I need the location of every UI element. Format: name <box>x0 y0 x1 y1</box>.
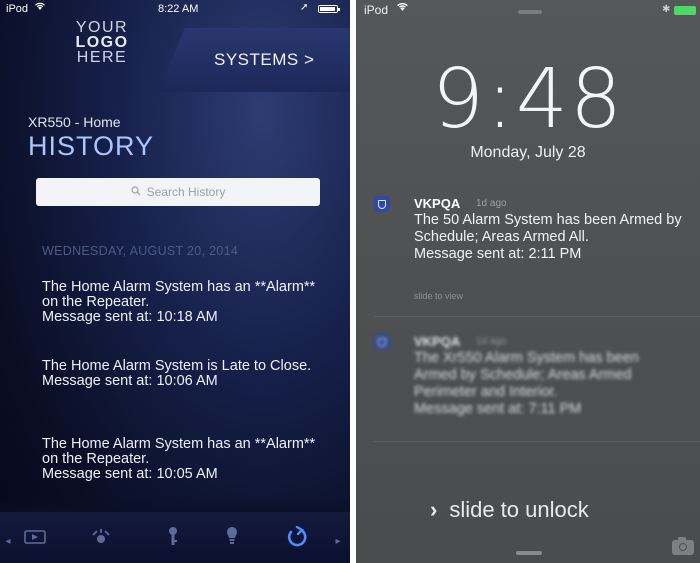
lock-screen: iPod ✱ 9:48 Monday, July 28 VKPQA 1d ago… <box>356 0 700 563</box>
notification-item[interactable]: VKPQA 1d ago The Xr550 Alarm System has … <box>374 334 700 434</box>
search-history-input[interactable]: Search History <box>36 178 320 206</box>
systems-button[interactable]: SYSTEMS > <box>214 50 314 70</box>
notification-hint: slide to view <box>414 291 464 301</box>
notification-time: 1d ago <box>476 198 507 209</box>
notification-app-name: VKPQA <box>414 334 461 349</box>
carrier-label: iPod <box>364 3 389 17</box>
notification-grabber-handle[interactable] <box>518 10 542 14</box>
history-screen: iPod 8:22 AM ➚ YOUR LOGO HERE SYSTEMS > … <box>0 0 350 563</box>
status-bar: iPod ✱ <box>356 0 700 20</box>
lock-date: Monday, July 28 <box>470 144 586 161</box>
history-entry[interactable]: The Home Alarm System has an **Alarm** o… <box>42 280 334 325</box>
lights-icon[interactable] <box>217 524 247 550</box>
slide-to-unlock[interactable]: › slide to unlock <box>430 497 589 523</box>
control-center-grabber[interactable] <box>516 551 542 555</box>
logo-line-2: LOGO <box>75 34 129 51</box>
battery-icon <box>674 6 696 15</box>
carrier-label: iPod <box>6 3 29 15</box>
history-icon[interactable] <box>282 524 312 550</box>
logo-line-3: HERE <box>76 49 128 66</box>
logo-line-1: YOUR <box>75 19 129 36</box>
page-title: HISTORY <box>28 131 155 161</box>
search-placeholder: Search History <box>146 185 226 199</box>
divider <box>374 441 700 442</box>
history-entry[interactable]: The Home Alarm System is Late to Close. M… <box>42 359 334 389</box>
panel-name: XR550 - Home <box>28 114 121 130</box>
notification-body: The 50 Alarm System has been Armed by Sc… <box>414 212 682 262</box>
logo: YOUR LOGO HERE <box>62 19 142 66</box>
battery-icon <box>318 5 340 13</box>
video-icon[interactable] <box>20 524 50 550</box>
slide-to-unlock-label: slide to unlock <box>449 497 589 522</box>
divider <box>374 316 700 317</box>
wifi-icon <box>396 1 409 15</box>
status-time: 8:22 AM <box>158 3 199 15</box>
notification-body: The Xr550 Alarm System has been Armed by… <box>414 350 639 417</box>
notification-app-name: VKPQA <box>414 196 461 211</box>
sensors-icon[interactable] <box>86 524 116 550</box>
camera-icon[interactable] <box>672 537 694 555</box>
lock-icon[interactable] <box>158 524 188 550</box>
notification-item[interactable]: VKPQA 1d ago The 50 Alarm System has bee… <box>374 196 700 306</box>
chevron-right-icon: › <box>430 497 438 522</box>
app-shield-icon <box>374 334 390 350</box>
app-shield-icon <box>374 196 390 212</box>
nav-scroll-left-icon[interactable]: ◂ <box>2 528 14 554</box>
search-icon <box>131 185 141 199</box>
notification-time: 1d ago <box>476 336 507 347</box>
history-entry[interactable]: The Home Alarm System has an **Alarm** o… <box>42 437 334 482</box>
bluetooth-icon: ✱ <box>662 4 671 15</box>
status-bar: iPod 8:22 AM ➚ <box>0 0 350 18</box>
date-header: WEDNESDAY, AUGUST 20, 2014 <box>42 244 239 258</box>
wifi-icon <box>34 1 46 14</box>
nav-scroll-right-icon[interactable]: ▸ <box>332 528 344 554</box>
location-arrow-icon: ➚ <box>300 2 309 13</box>
lock-clock: 9:48 <box>431 52 625 147</box>
